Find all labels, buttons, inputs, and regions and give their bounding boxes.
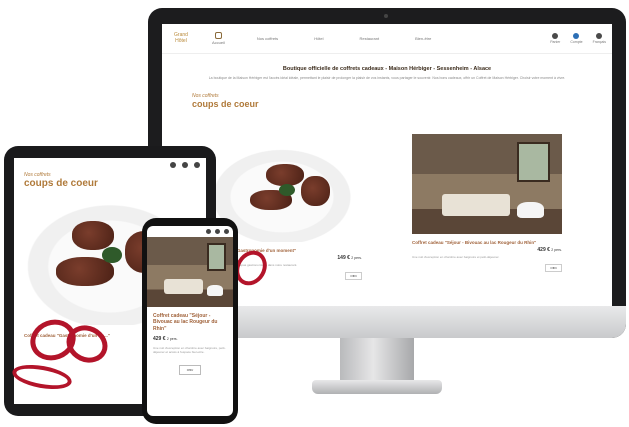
page-title: Boutique officielle de coffrets cadeaux … <box>282 66 492 72</box>
language-button[interactable]: Français <box>593 33 606 44</box>
room-bed <box>164 279 203 295</box>
product-card[interactable]: Coffret cadeau "Séjour - Bivouac au lac … <box>412 134 562 272</box>
price-unit: 2 pers. <box>551 248 562 253</box>
nav-item-coffrets[interactable]: Nos coffrets <box>257 36 278 41</box>
room-bathtub <box>517 202 544 218</box>
cart-label: Panier <box>550 40 561 44</box>
menu-icon[interactable] <box>224 229 229 234</box>
product-price: 429 € 2 pers. <box>153 336 227 342</box>
price-value: 429 € <box>153 335 166 342</box>
desktop-user-menu: Panier Compte Français <box>550 33 606 44</box>
room-bathtub <box>207 284 223 296</box>
food-part <box>71 221 114 250</box>
account-button[interactable]: Compte <box>570 33 583 44</box>
nav-item-label: Accueil <box>212 40 225 45</box>
language-label: Français <box>592 40 606 44</box>
offer-button[interactable]: Offrir <box>545 263 562 272</box>
room-illustration <box>412 134 562 234</box>
product-name[interactable]: Coffret cadeau "Séjour - Bivouac au lac … <box>153 313 227 332</box>
food-part <box>301 176 330 206</box>
product-image-room[interactable] <box>412 134 562 234</box>
room-window <box>207 242 227 271</box>
price-unit: 2 pers. <box>351 256 362 261</box>
monitor-stand <box>340 338 414 386</box>
cart-button[interactable]: Panier <box>550 33 560 44</box>
home-icon <box>214 32 222 39</box>
menu-icon[interactable] <box>194 162 200 168</box>
desktop-menu: Nos coffrets Hôtel Restaurant Bien-être <box>257 36 431 41</box>
nav-item-home[interactable]: Accueil <box>212 32 225 45</box>
cart-icon <box>552 33 559 39</box>
user-icon[interactable] <box>215 229 220 234</box>
product-image-room[interactable] <box>147 237 233 307</box>
product-description: Une nuit d'exception en chambre avec bai… <box>412 255 500 260</box>
nav-item-spa[interactable]: Bien-être <box>415 36 431 41</box>
phone-screen: Coffret cadeau "Séjour - Bivouac au lac … <box>147 226 233 416</box>
globe-icon <box>596 33 603 39</box>
account-label: Compte <box>570 40 583 44</box>
food-part <box>278 184 295 196</box>
price-unit: 2 pers. <box>166 336 178 341</box>
user-icon <box>573 33 580 39</box>
price-value: 149 € <box>337 255 350 262</box>
desktop-navbar: Grand Hôtel Accueil Nos coffrets Hôtel R… <box>162 24 612 54</box>
room-illustration <box>147 237 233 307</box>
nav-item-restaurant[interactable]: Restaurant <box>360 36 380 41</box>
food-part <box>266 164 305 186</box>
product-description: Une nuit d'exception en chambre avec bai… <box>153 345 226 355</box>
room-window <box>517 142 550 182</box>
tablet-topbar <box>14 158 206 172</box>
product-name[interactable]: Coffret cadeau "Séjour - Bivouac au lac … <box>412 240 562 245</box>
room-bed <box>442 194 510 216</box>
site-logo[interactable]: Grand Hôtel <box>168 32 194 44</box>
price-value: 429 € <box>537 247 550 254</box>
phone-device: Coffret cadeau "Séjour - Bivouac au lac … <box>142 218 238 424</box>
phone-topbar <box>147 226 233 237</box>
offer-button[interactable]: Offrir <box>179 364 201 375</box>
food-part <box>102 247 122 263</box>
user-icon[interactable] <box>182 162 188 168</box>
monitor-base <box>312 380 442 394</box>
food-part <box>56 257 114 286</box>
nav-item-hotel[interactable]: Hôtel <box>314 36 323 41</box>
cart-icon[interactable] <box>170 162 176 168</box>
section-heading: coups de coeur <box>192 98 259 109</box>
offer-button[interactable]: Offrir <box>345 271 362 280</box>
cart-icon[interactable] <box>206 229 211 234</box>
section-heading: coups de coeur <box>24 178 98 189</box>
camera-dot <box>384 14 388 18</box>
page-intro: La boutique de la Maison Hérbiger est l'… <box>208 76 566 80</box>
product-price: 429 € 2 pers. <box>412 247 562 253</box>
